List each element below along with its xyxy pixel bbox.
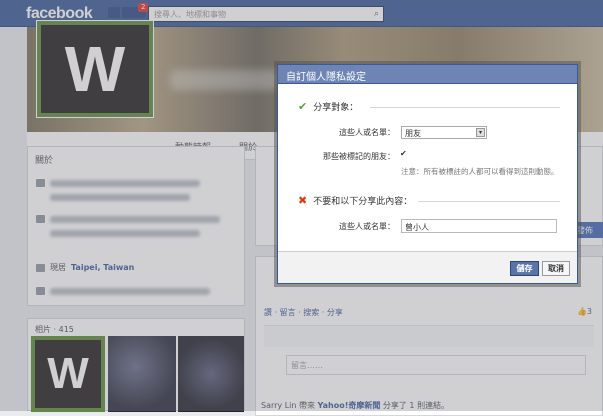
cross-icon: ✖	[298, 194, 308, 207]
audience-select[interactable]: 朋友 ▾	[401, 126, 487, 139]
tagged-note: 注意：所有被標註的人都可以看得到這則動態。	[401, 167, 559, 176]
share-section-heading: ✔ 分享對象：	[298, 100, 359, 113]
checkmark-icon: ✔	[298, 100, 308, 113]
chevron-down-icon[interactable]: ▾	[476, 128, 485, 137]
dialog-footer: 儲存 取消	[278, 251, 577, 283]
cancel-button[interactable]: 取消	[542, 261, 570, 276]
people-label: 這些人或名單：	[339, 128, 395, 137]
save-button[interactable]: 儲存	[510, 261, 539, 276]
divider	[370, 107, 560, 108]
tagged-friends-checkbox[interactable]: ✔	[400, 150, 408, 158]
divider	[418, 201, 560, 202]
hide-people-input[interactable]: 曾小人	[401, 219, 557, 233]
tagged-friends-label: 那些被標記的朋友：	[323, 152, 395, 161]
dialog-title: 自訂個人隱私設定	[278, 65, 577, 84]
audience-selected-value: 朋友	[405, 129, 421, 138]
hide-people-label: 這些人或名單：	[339, 222, 395, 231]
custom-privacy-dialog: 自訂個人隱私設定 ✔ 分享對象： 這些人或名單： 朋友 ▾ 那些被標記的朋友： …	[277, 64, 578, 284]
hide-section-heading: ✖ 不要和以下分享此內容：	[298, 194, 413, 207]
